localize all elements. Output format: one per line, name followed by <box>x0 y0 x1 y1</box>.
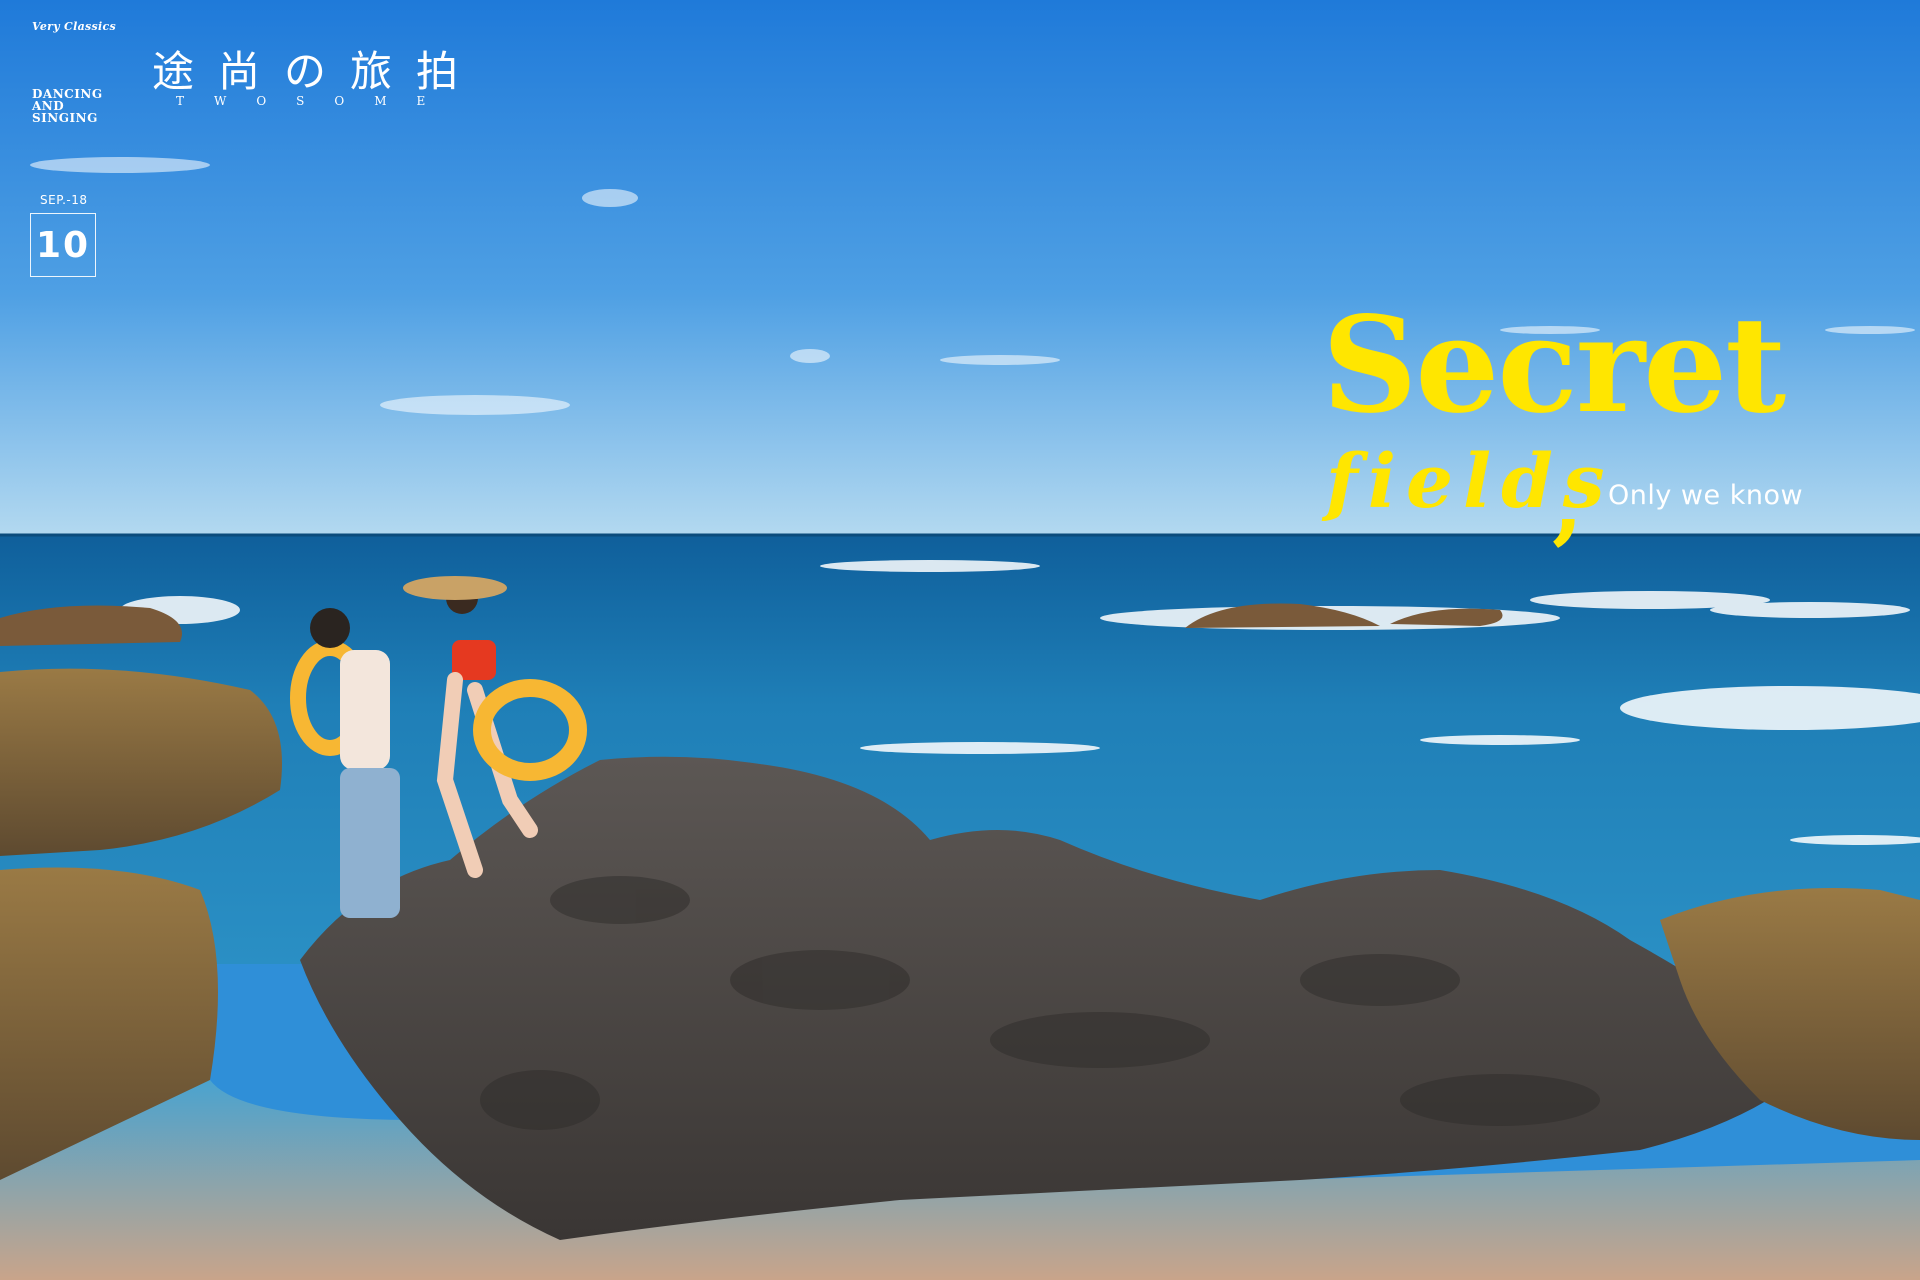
brand-stack: DANCING AND SINGING <box>32 88 112 124</box>
date-day-box: 10 <box>30 213 96 277</box>
tagline: Only we know <box>1608 480 1804 511</box>
man-head <box>310 608 350 648</box>
brand-stack-line: SINGING <box>32 111 98 125</box>
brand-subtitle: TWOSOME <box>176 94 456 108</box>
date-day: 10 <box>35 224 91 266</box>
date-label: SEP.-18 <box>40 193 88 207</box>
headline-comma: , <box>1552 449 1584 555</box>
man-body <box>340 650 390 770</box>
beach-scene <box>0 0 1920 1280</box>
straw-hat <box>403 576 507 600</box>
brand-title: 途尚の旅拍 <box>152 47 483 96</box>
man-legs <box>340 768 400 918</box>
headline-line1: Secret <box>1322 288 1786 443</box>
brand-small-title: Very Classics <box>32 20 116 33</box>
